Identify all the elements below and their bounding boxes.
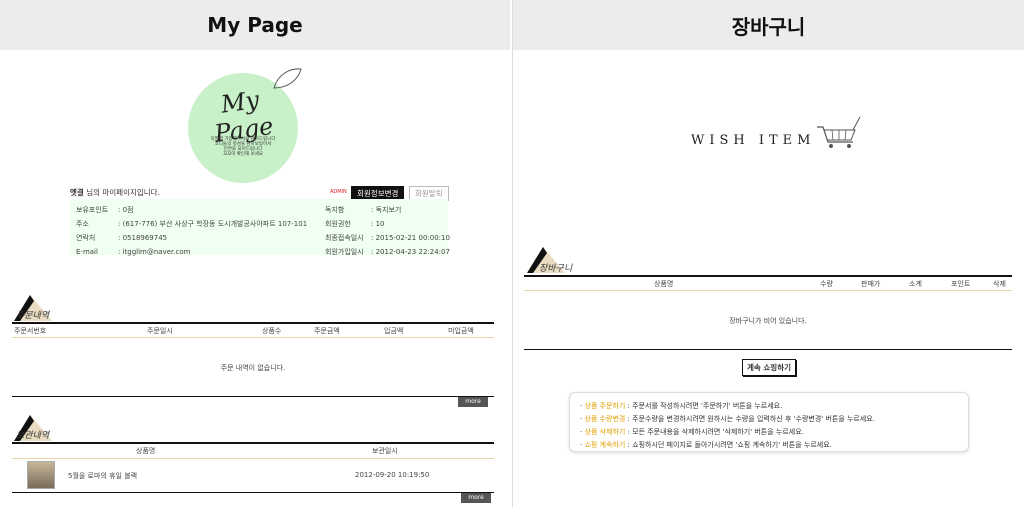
my-page-panel: My Page My Page 익멸뱀 가입해주셔서 감사드립니다 코디들의 정… [0,0,510,507]
member-info-right: 독지함: 독지보기 회원권한: 10 최종접속일시: 2015-02-21 00… [325,203,450,259]
wish-item-title: WISH ITEM [691,133,816,148]
cart-empty-message: 장바구니가 비어 있습니다. [729,317,807,325]
user-greeting: 엣결 님의 마이페이지입니다. [70,188,160,197]
cart-help-box: · 상품 주문하기 : 주문서를 작성하시려면 '주문하기' 버튼을 누르세요.… [569,392,969,452]
product-thumbnail[interactable] [27,461,55,489]
help-line-continue: · 쇼핑 계속하기 : 쇼핑하시던 페이지로 돌아가시려면 '쇼핑 계속하기' … [580,441,832,449]
cart-panel: 장바구니 WISH ITEM 장바구니 상품명 수량 판매가 소계 포인트 삭제… [512,0,1024,507]
help-line-delete: · 상품 삭제하기 : 모든 주문내용을 삭제하시려면 '삭제하기' 버튼을 누… [580,428,804,436]
product-name-link[interactable]: 5월을 로마의 휴일 블랙 [68,471,137,481]
help-line-quantity: · 상품 수량변경 : 주문수량을 변경하시려면 원하시는 수량을 입력하신 후… [580,415,875,423]
orders-bottom-line [12,396,494,397]
table-row[interactable]: 5월을 로마의 휴일 블랙 2012-09-20 10:19:50 [12,460,494,490]
cart-header-row: 상품명 수량 판매가 소계 포인트 삭제 [654,280,1006,288]
wishlist-bottom-line [12,492,494,493]
my-page-header: My Page [0,0,510,50]
member-info-left: 보유포인트: 0점 주소: (617-776) 부산 사상구 학장동 도시개발공… [76,206,308,256]
cart-header: 장바구니 [513,0,1024,50]
continue-shopping-button[interactable]: 계속 쇼핑하기 [742,359,797,376]
admin-badge: ADMIN [330,189,347,195]
orders-empty-message: 주문 내역이 없습니다. [220,364,286,372]
orders-header-row: 주문서번호 주문일시 상품수 주문금액 입금액 미입금액 [14,327,474,335]
cart-title: 장바구니 [539,264,573,274]
wishlist-title: 보관내역 [16,431,50,441]
orders-header-line [12,337,494,338]
cart-bottom-line [524,349,1012,350]
wishlist-more-button[interactable]: more [461,493,491,503]
orders-more-button[interactable]: more [458,397,488,407]
wishlist-header-line [12,458,494,459]
help-line-order: · 상품 주문하기 : 주문서를 작성하시려면 '주문하기' 버튼을 누르세요. [580,402,783,410]
cart-top-line [524,275,1012,277]
memo-link[interactable]: : 독지보기 [371,203,401,217]
shopping-cart-icon [817,116,861,148]
wishlist-top-line [12,442,494,444]
user-name: 엣결 [70,188,84,197]
saved-date: 2012-09-20 10:19:50 [355,471,430,479]
orders-top-line [12,322,494,324]
my-page-logo-text: 익멸뱀 가입해주셔서 감사드립니다 코디들의 정성을 담아보았어서 인연을 되어… [210,137,276,157]
orders-title: 주문내역 [16,311,50,321]
wishlist-header-row: 상품명 보관일시 [136,447,398,455]
cart-header-line [524,290,1012,291]
